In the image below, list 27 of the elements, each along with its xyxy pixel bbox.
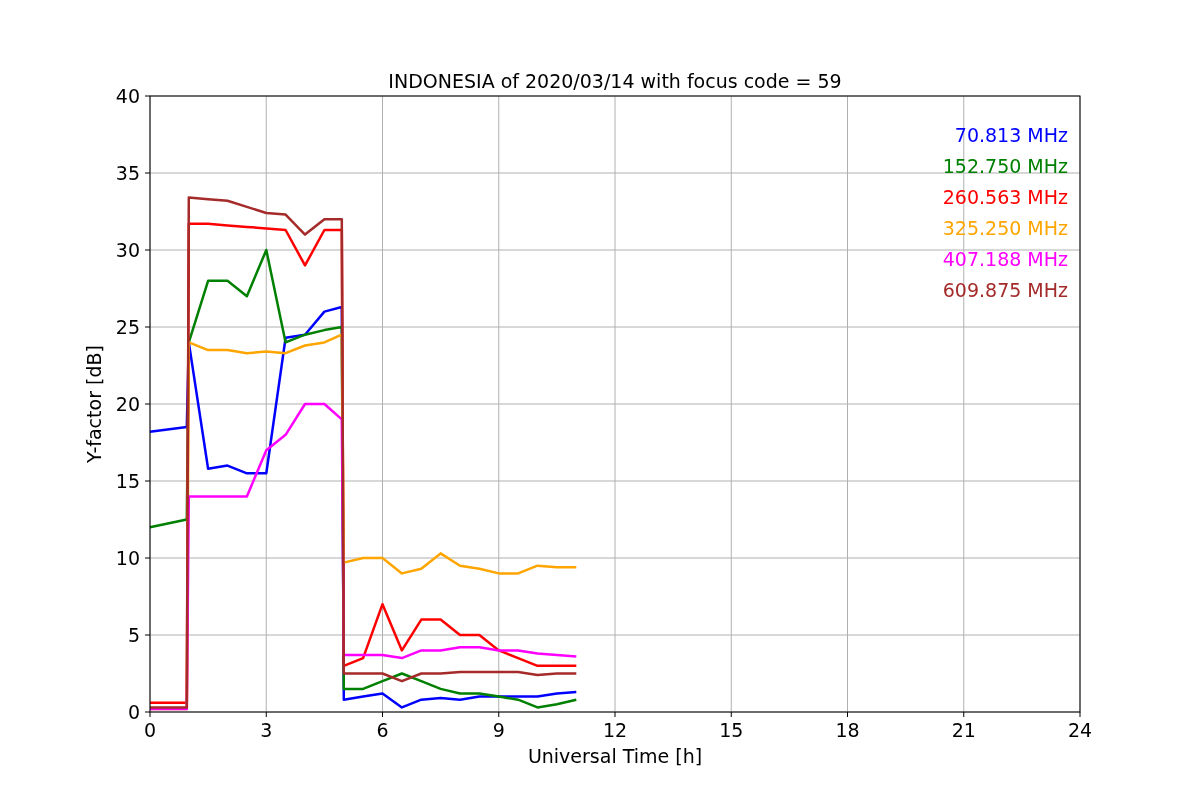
tick-label: 15 [719,719,744,741]
tick-label: 0 [143,719,157,741]
chart-title: INDONESIA of 2020/03/14 with focus code = 59 [388,70,842,92]
tick-label: 3 [260,719,273,741]
tick-label: 40 [115,85,140,107]
tick-label: 20 [115,393,140,415]
tick-label: 12 [602,719,628,741]
tick-label: 30 [115,239,140,261]
legend-label: 407.188 MHz [942,248,1068,270]
tick-label: 25 [115,316,140,338]
tick-label: 6 [376,719,389,741]
tick-label: 15 [115,470,140,492]
tick-label: 18 [835,719,860,741]
legend-label: 609.875 MHz [942,279,1068,301]
tick-label: 9 [492,719,505,741]
tick-label: 35 [115,162,140,184]
tick-label: 5 [127,624,140,646]
tick-label: 0 [127,701,140,723]
axis-label: Y-factor [dB] [83,345,105,463]
tick-label: 21 [951,719,976,741]
axis-label: Universal Time [h] [527,745,703,767]
tick-label: 10 [115,547,140,569]
legend-label: 325.250 MHz [942,217,1068,239]
legend-label: 70.813 MHz [954,124,1068,146]
tick-label: 24 [1067,719,1093,741]
legend-label: 152.750 MHz [942,155,1068,177]
legend-label: 260.563 MHz [942,186,1068,208]
